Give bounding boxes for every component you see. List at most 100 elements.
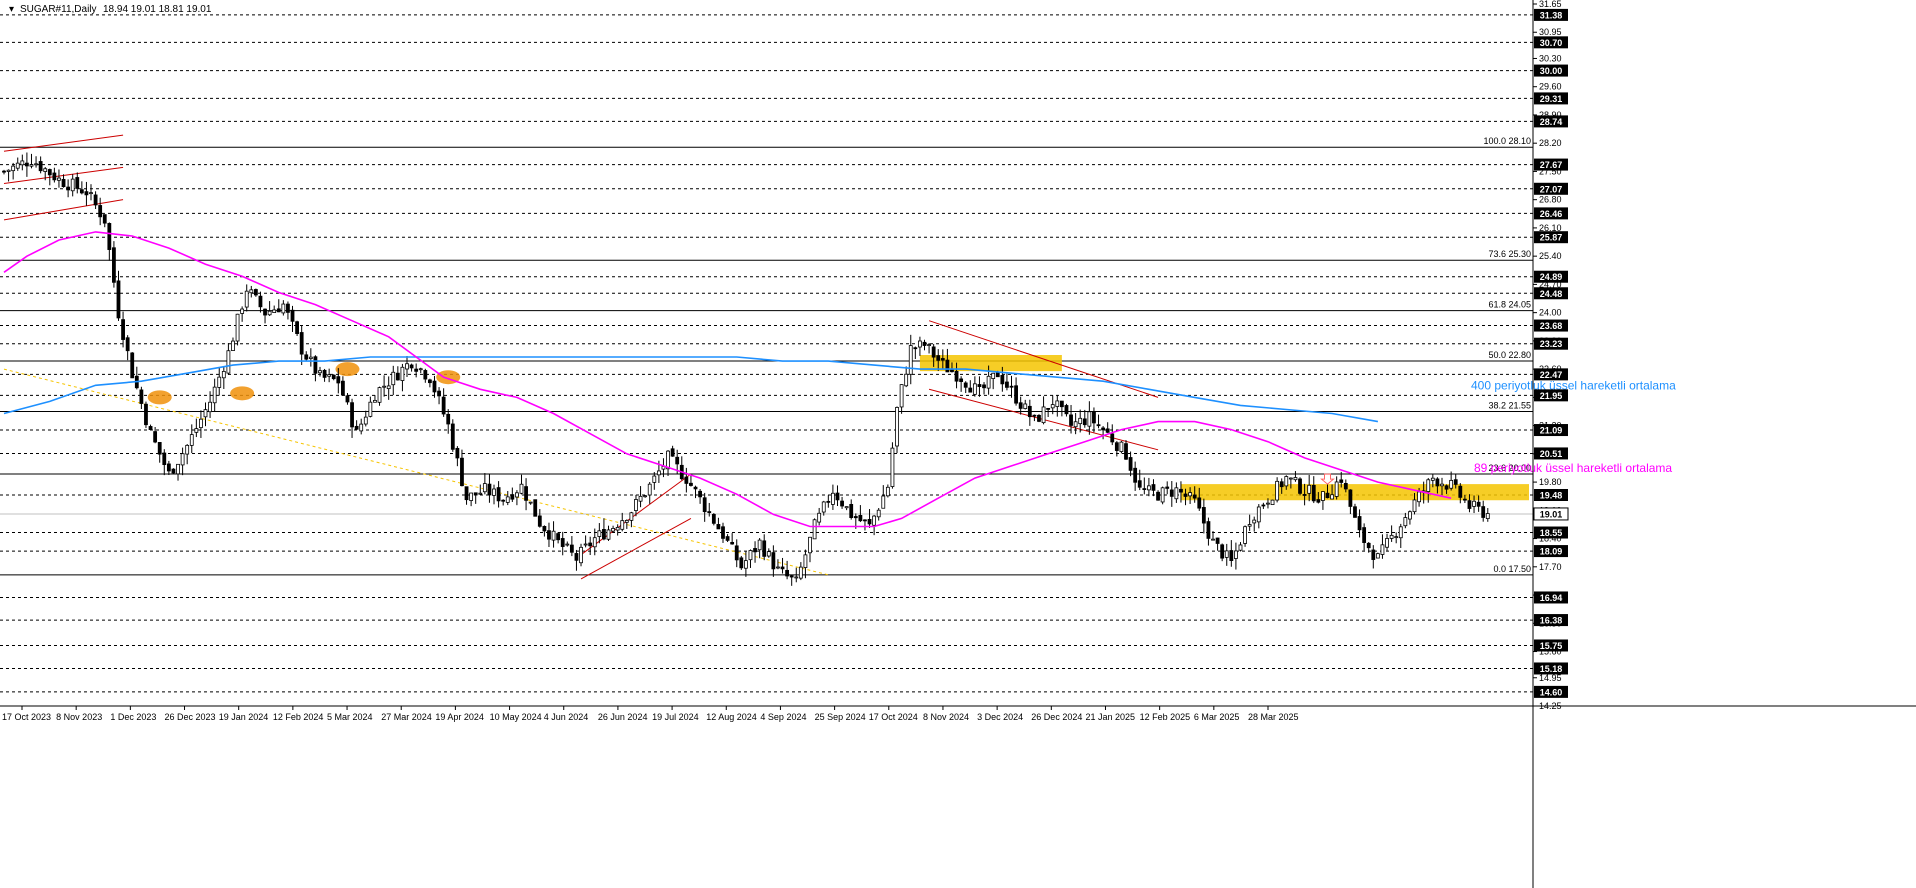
candle-body — [863, 519, 867, 522]
candle-body — [450, 423, 455, 450]
candle-body — [1316, 499, 1321, 503]
candle-body — [505, 496, 510, 503]
chart-root: 100.0 28.10 73.6 25.30 61.8 24.05 50.0 22.8… — [0, 0, 1916, 888]
level-price-label: 28.74 — [1540, 117, 1563, 127]
level-price-label: 15.75 — [1540, 641, 1563, 651]
candle-body — [624, 520, 629, 523]
candle-body — [1069, 414, 1073, 426]
candle-body — [652, 475, 657, 483]
candle-body — [1440, 483, 1444, 487]
candle-body — [1343, 482, 1348, 490]
candle-body — [977, 384, 982, 387]
candle-body — [583, 543, 588, 546]
y-tick-label: 25.40 — [1539, 251, 1562, 261]
candle-body — [551, 530, 556, 541]
x-tick-label: 19 Apr 2024 — [435, 712, 484, 722]
candle-body — [689, 482, 693, 486]
candle-body — [89, 192, 93, 195]
candle-body — [1417, 491, 1421, 503]
level-price-label: 16.38 — [1540, 616, 1563, 626]
candle-body — [831, 492, 835, 505]
candle-body — [936, 355, 941, 361]
candle-body — [1408, 511, 1412, 520]
candle-body — [1041, 406, 1046, 424]
candle-body — [441, 396, 446, 415]
candle-body — [693, 486, 698, 490]
candle-body — [405, 363, 409, 370]
candle-body — [597, 530, 602, 537]
candle-body — [1197, 497, 1202, 509]
candle-body — [684, 476, 689, 484]
candle-body — [166, 463, 171, 472]
candle-body — [707, 511, 712, 513]
x-tick-label: 3 Dec 2024 — [977, 712, 1023, 722]
candle-body — [1188, 492, 1193, 497]
candle-body — [313, 356, 318, 374]
candle-body — [446, 413, 451, 425]
candle-body — [93, 194, 98, 206]
candle-body — [1476, 501, 1481, 507]
candle-body — [730, 541, 735, 545]
candle-body — [469, 492, 474, 501]
x-tick-label: 19 Jan 2024 — [219, 712, 269, 722]
candle-body — [762, 540, 767, 557]
candle-body — [1485, 513, 1490, 520]
candle-body — [473, 492, 478, 496]
candle-body — [1165, 486, 1170, 489]
candle-body — [1234, 550, 1238, 559]
candle-body — [1380, 544, 1385, 555]
candle-body — [1133, 467, 1138, 483]
candle-body — [972, 383, 977, 395]
candle-body — [1311, 484, 1316, 502]
candle-body — [61, 178, 66, 188]
candle-body — [487, 483, 492, 496]
level-price-label: 24.48 — [1540, 289, 1563, 299]
candle-body — [304, 354, 309, 360]
candle-body — [176, 463, 180, 475]
candle-body — [602, 529, 606, 540]
candle-body — [11, 165, 16, 172]
x-tick-label: 12 Feb 2024 — [273, 712, 324, 722]
level-price-label: 26.46 — [1540, 209, 1563, 219]
y-tick-label: 31.65 — [1539, 0, 1562, 9]
candle-body — [1307, 484, 1312, 494]
y-tick-label: 26.80 — [1539, 195, 1562, 205]
candle-body — [950, 369, 954, 373]
candle-body — [574, 553, 579, 561]
price-chart[interactable]: 100.0 28.10 73.6 25.30 61.8 24.05 50.0 22.8… — [0, 0, 1916, 888]
candle-body — [1160, 487, 1165, 503]
candle-body — [1247, 524, 1252, 527]
candle-body — [130, 352, 135, 379]
candle-body — [359, 423, 364, 432]
candle-body — [148, 426, 153, 430]
candle-body — [528, 501, 533, 504]
level-price-label: 21.95 — [1540, 391, 1563, 401]
candle-body — [519, 483, 524, 494]
level-price-label: 24.89 — [1540, 272, 1563, 282]
candle-body — [244, 290, 249, 308]
candle-body — [537, 515, 542, 527]
candle-body — [107, 223, 112, 250]
candle-body — [171, 468, 176, 474]
candle-body — [1252, 519, 1257, 524]
candle-body — [1472, 500, 1476, 507]
candle-body — [867, 518, 872, 525]
candle-body — [47, 169, 52, 176]
candle-body — [588, 542, 593, 547]
candle-body — [240, 308, 245, 314]
y-tick-label: 17.70 — [1539, 562, 1562, 572]
candle-body — [231, 340, 235, 352]
candle-body — [1201, 507, 1206, 524]
candle-body — [492, 488, 496, 496]
candle-body — [286, 303, 290, 313]
candle-body — [766, 551, 771, 557]
candle-body — [1073, 421, 1078, 428]
candle-body — [1101, 427, 1105, 431]
candle-body — [634, 499, 638, 511]
candle-body — [1009, 385, 1014, 388]
level-price-label: 23.23 — [1540, 339, 1563, 349]
candle-body — [1348, 489, 1353, 507]
candle-body — [414, 368, 419, 372]
candle-body — [290, 309, 295, 322]
header-arrow-icon[interactable]: ▾ — [9, 4, 14, 15]
